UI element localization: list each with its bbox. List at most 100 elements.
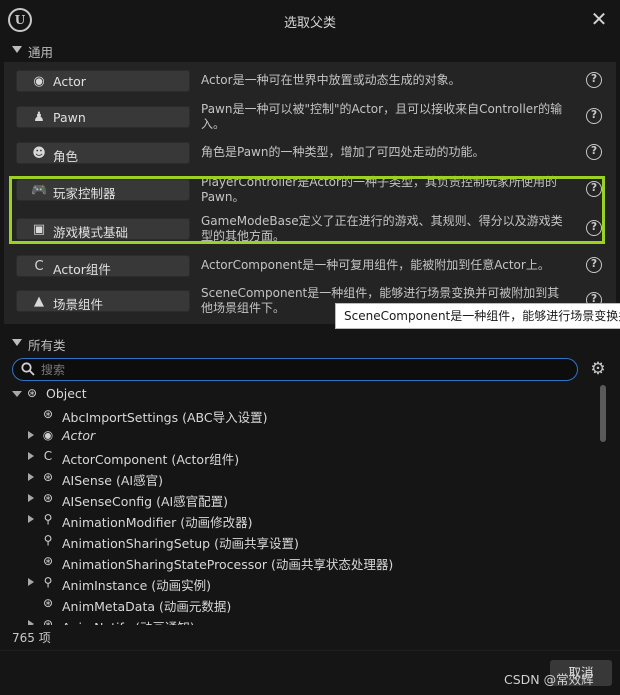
actor-icon: ◉ [42, 428, 54, 442]
running-icon: ⚲ [43, 533, 53, 547]
class-search-box[interactable] [12, 358, 578, 381]
search-input[interactable] [41, 361, 561, 378]
component-icon: C [34, 259, 44, 274]
tree-row-label: AnimationSharingStateProcessor (动画共享状态处理… [62, 557, 394, 572]
tree-row-label: Object [46, 386, 87, 401]
common-class-button[interactable]: ◉ Actor [16, 70, 190, 92]
common-class-label: 角色 [53, 149, 79, 164]
common-class-row: ☻ 角色 角色是Pawn的一种类型，增加了可四处走动的功能。? [4, 136, 616, 170]
close-button[interactable]: ✕ [588, 8, 610, 30]
help-icon[interactable]: ? [586, 181, 602, 197]
search-icon [21, 362, 35, 376]
tooltip-scene-component: SceneComponent是一种组件，能够进行场景变换并可被附加到其他场景组件… [335, 303, 620, 329]
class-tree: ⊛ Object ⊛ AbcImportSettings (ABC导入设置) ◉ Acto… [4, 383, 600, 625]
scene-component-icon: ▲ [34, 294, 44, 309]
running-icon: ⚲ [43, 512, 53, 526]
running-icon: ⚲ [43, 575, 53, 589]
common-class-row: ♟ Pawn Pawn是一种可以被"控制"的Actor，且可以接收来自Control… [4, 100, 616, 134]
common-class-row: C Actor组件 ActorComponent是一种可复用组件，能被附加到任意Ac… [4, 249, 616, 283]
object-icon: ⊛ [42, 554, 54, 568]
footer-divider [0, 650, 620, 651]
tree-row[interactable]: ⚲ AnimationModifier (动画修改器) [4, 509, 600, 530]
expand-right-icon[interactable] [28, 494, 34, 502]
common-class-button[interactable]: C Actor组件 [16, 255, 190, 277]
help-icon[interactable]: ? [586, 257, 602, 273]
object-icon: ⊛ [42, 491, 54, 505]
window-title: 选取父类 [283, 16, 336, 31]
all-classes-section-header[interactable]: 所有类 [0, 333, 620, 353]
object-icon: ⊛ [42, 407, 54, 421]
object-icon: ⊛ [42, 617, 54, 625]
tree-row[interactable]: ◉ Actor [4, 425, 600, 446]
common-class-description: GameModeBase定义了正在进行的游戏、其规则、得分以及游戏类型的其他方面… [201, 214, 563, 243]
help-icon[interactable]: ? [586, 108, 602, 124]
common-class-description: 角色是Pawn的一种类型，增加了可四处走动的功能。 [201, 145, 485, 159]
object-icon: ⊛ [42, 470, 54, 484]
actor-icon: ◉ [33, 74, 45, 89]
tree-row[interactable]: ⊛ AISenseConfig (AI感官配置) [4, 488, 600, 509]
tree-row[interactable]: ⚲ AnimationSharingSetup (动画共享设置) [4, 530, 600, 551]
tree-row-label: AbcImportSettings (ABC导入设置) [62, 410, 268, 425]
common-class-row: ▣ 游戏模式基础 GameModeBase定义了正在进行的游戏、其规则、得分以及游戏… [4, 212, 616, 246]
tree-row[interactable]: ⊛ AnimNotify (动画通知) [4, 614, 600, 625]
expand-right-icon[interactable] [28, 431, 34, 439]
common-class-description: Pawn是一种可以被"控制"的Actor，且可以接收来自Controller的输… [201, 102, 563, 131]
common-class-row: ◉ Actor Actor是一种可在世界中放置或动态生成的对象。? [4, 64, 616, 98]
expand-right-icon[interactable] [28, 452, 34, 460]
tree-row[interactable]: ⊛ AISense (AI感官) [4, 467, 600, 488]
common-class-row: 🎮 玩家控制器 PlayerController是Actor的一种子类型，其负责控制… [4, 173, 616, 207]
expand-right-icon[interactable] [28, 473, 34, 481]
common-class-description: PlayerController是Actor的一种子类型，其负责控制玩家所使用的… [201, 175, 557, 204]
item-count: 765 项 [12, 631, 51, 645]
common-class-button[interactable]: ▲ 场景组件 [16, 290, 190, 312]
common-class-label: Pawn [53, 110, 86, 125]
title-bar: U 选取父类 ✕ [0, 0, 620, 40]
game-mode-icon: ▣ [32, 222, 46, 237]
tree-row[interactable]: ⚲ AnimInstance (动画实例) [4, 572, 600, 593]
object-icon: ⊛ [26, 386, 38, 400]
help-icon[interactable]: ? [586, 144, 602, 160]
expand-down-icon[interactable] [12, 391, 22, 397]
component-icon: C [43, 449, 53, 463]
common-class-button[interactable]: ▣ 游戏模式基础 [16, 218, 190, 240]
common-class-description: Actor是一种可在世界中放置或动态生成的对象。 [201, 73, 461, 87]
object-icon: ⊛ [42, 596, 54, 610]
gamepad-icon: 🎮 [31, 183, 48, 198]
common-section-header[interactable]: 通用 [0, 40, 620, 60]
common-class-label: Actor组件 [53, 262, 111, 277]
all-classes-section-label: 所有类 [28, 338, 66, 353]
tree-row-label: AISense (AI感官) [62, 473, 163, 488]
tree-row[interactable]: ⊛ AbcImportSettings (ABC导入设置) [4, 404, 600, 425]
tree-row-label: AnimNotify (动画通知) [62, 617, 195, 625]
tree-row[interactable]: ⊛ AnimationSharingStateProcessor (动画共享状态处… [4, 551, 600, 572]
common-classes-panel: ◉ Actor Actor是一种可在世界中放置或动态生成的对象。? ♟ Pawn Pawn… [4, 62, 616, 324]
expand-right-icon[interactable] [28, 515, 34, 523]
common-class-label: 场景组件 [53, 297, 104, 312]
common-class-button[interactable]: ♟ Pawn [16, 106, 190, 128]
expand-right-icon[interactable] [28, 620, 34, 625]
help-icon[interactable]: ? [586, 72, 602, 88]
common-class-label: 游戏模式基础 [53, 225, 129, 240]
common-section-label: 通用 [28, 45, 54, 60]
pawn-icon: ♟ [33, 110, 45, 125]
help-icon[interactable]: ? [586, 220, 602, 236]
collapse-triangle-icon [12, 46, 22, 53]
common-class-description: ActorComponent是一种可复用组件，能被附加到任意Actor上。 [201, 258, 550, 272]
tree-row-label: AnimationSharingSetup (动画共享设置) [62, 536, 299, 551]
common-class-button[interactable]: ☻ 角色 [16, 142, 190, 164]
common-class-label: Actor [53, 74, 86, 89]
tree-row-label: AISenseConfig (AI感官配置) [62, 494, 229, 509]
tree-row-label: Actor [62, 428, 96, 443]
tree-row-label: ActorComponent (Actor组件) [62, 452, 240, 467]
tree-row-label: AnimMetaData (动画元数据) [62, 599, 232, 614]
character-icon: ☻ [32, 146, 46, 161]
tree-row[interactable]: C ActorComponent (Actor组件) [4, 446, 600, 467]
tree-row-label: AnimInstance (动画实例) [62, 578, 212, 593]
settings-gear-icon[interactable]: ⚙ [589, 360, 607, 378]
tree-scrollbar[interactable] [600, 385, 606, 442]
common-class-button[interactable]: 🎮 玩家控制器 [16, 179, 190, 201]
tree-row[interactable]: ⊛ AnimMetaData (动画元数据) [4, 593, 600, 614]
tree-row[interactable]: ⊛ Object [4, 383, 600, 404]
common-class-label: 玩家控制器 [53, 186, 116, 201]
expand-right-icon[interactable] [28, 578, 34, 586]
